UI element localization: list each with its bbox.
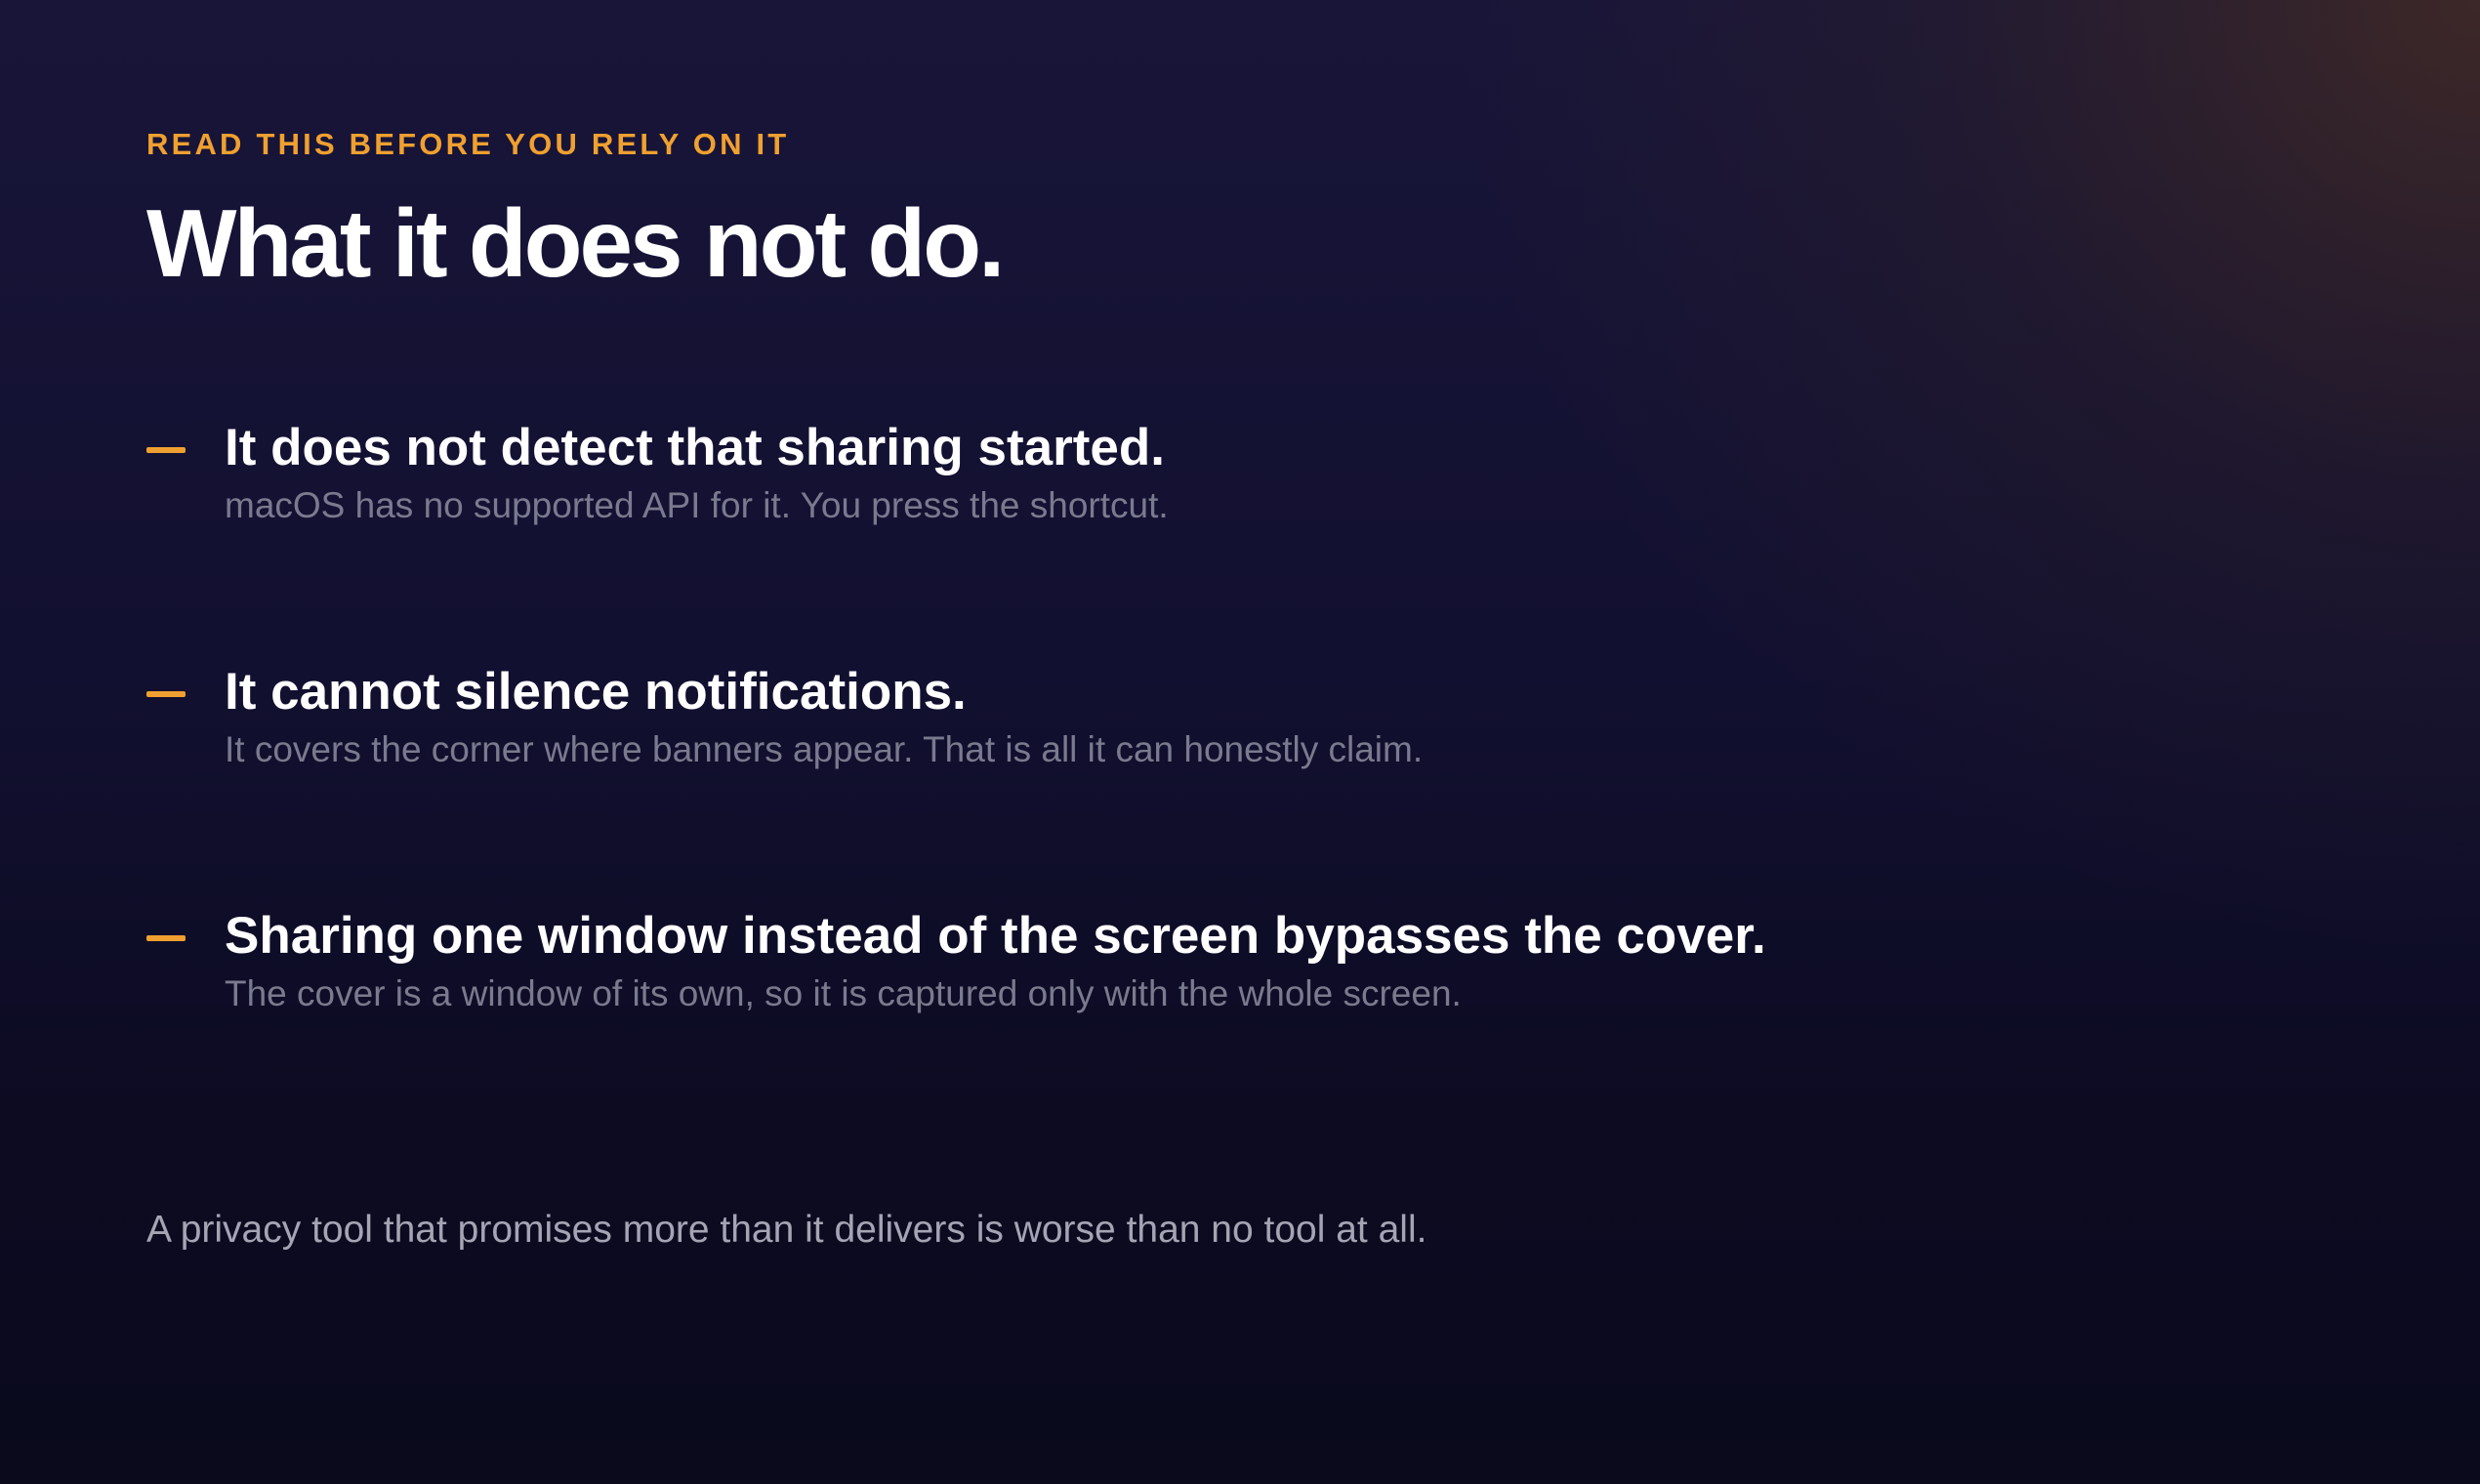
limitation-item: It does not detect that sharing started.… xyxy=(146,414,2343,658)
page-title: What it does not do. xyxy=(146,189,1005,297)
dash-icon xyxy=(146,447,186,453)
limitations-list: It does not detect that sharing started.… xyxy=(146,414,2343,1146)
limitation-item: It cannot silence notifications. It cove… xyxy=(146,658,2343,902)
dash-icon xyxy=(146,935,186,941)
limitation-heading: Sharing one window instead of the screen… xyxy=(225,907,1766,965)
dash-icon xyxy=(146,691,186,697)
limitation-description: The cover is a window of its own, so it … xyxy=(225,973,1462,1013)
limitation-description: macOS has no supported API for it. You p… xyxy=(225,485,1169,525)
limitation-heading: It does not detect that sharing started. xyxy=(225,419,1165,476)
limitation-description: It covers the corner where banners appea… xyxy=(225,729,1424,769)
limitation-item: Sharing one window instead of the screen… xyxy=(146,902,2343,1146)
limitation-heading: It cannot silence notifications. xyxy=(225,663,967,721)
eyebrow-label: READ THIS BEFORE YOU RELY ON IT xyxy=(146,127,790,161)
footer-statement: A privacy tool that promises more than i… xyxy=(146,1209,1427,1251)
limitations-slide: READ THIS BEFORE YOU RELY ON IT What it … xyxy=(146,127,2343,1251)
